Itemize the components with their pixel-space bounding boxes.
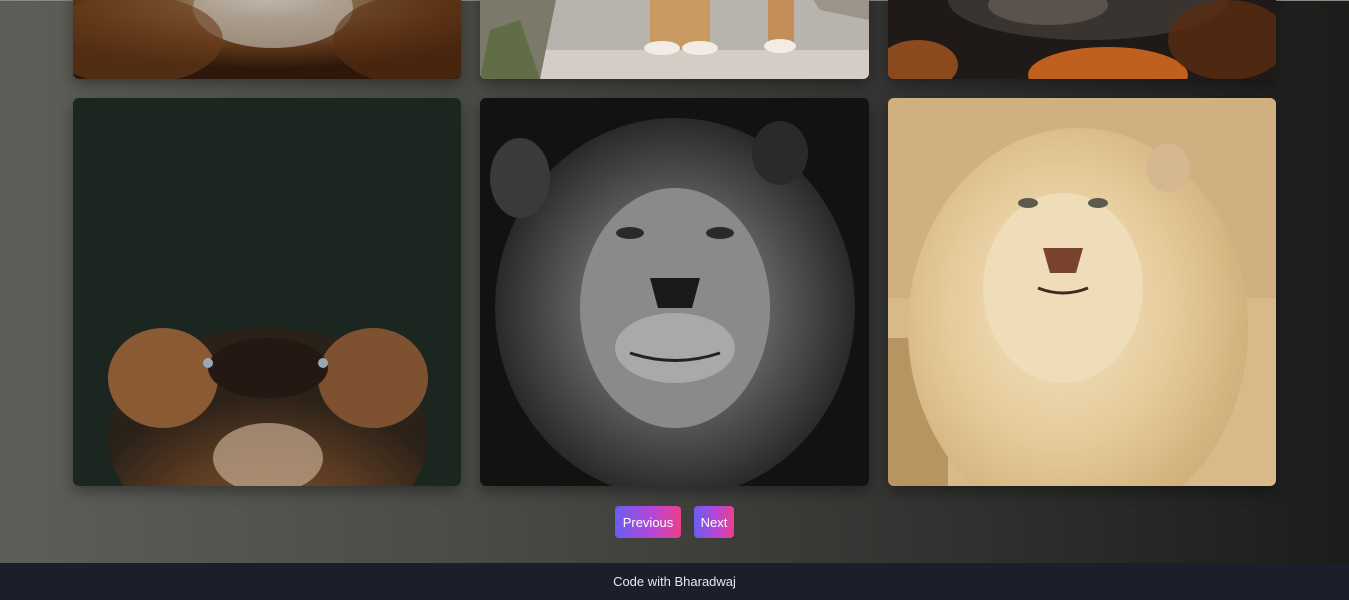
gallery-image-4[interactable] <box>73 98 461 486</box>
image-gallery <box>0 0 1349 500</box>
footer-credit: Code with Bharadwaj <box>613 574 736 589</box>
next-button[interactable]: Next <box>694 506 734 538</box>
footer: Code with Bharadwaj <box>0 563 1349 600</box>
gallery-image-3[interactable] <box>888 0 1276 79</box>
gallery-image-1[interactable] <box>73 0 461 79</box>
previous-button[interactable]: Previous <box>615 506 681 538</box>
pagination: Previous Next <box>0 506 1349 538</box>
gallery-image-5[interactable] <box>480 98 869 486</box>
gallery-image-2[interactable] <box>480 0 869 79</box>
gallery-image-6[interactable] <box>888 98 1276 486</box>
